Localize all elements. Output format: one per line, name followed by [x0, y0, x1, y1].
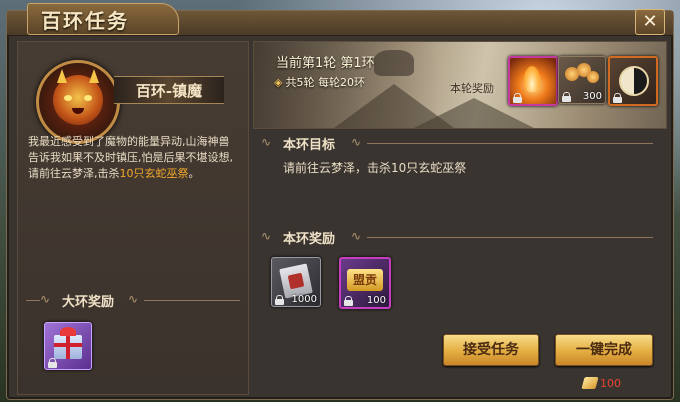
- diamond-bullet-icon: ◈: [274, 76, 283, 89]
- round-reward-label: 本轮奖励: [450, 82, 494, 95]
- accept-task-button[interactable]: 接受任务: [443, 334, 539, 366]
- story-text: 我最近感受到了魔物的能量异动,山海神兽告诉我如果不及时镇压,怕是后果不堪设想,请…: [28, 134, 238, 182]
- flame-icon: [524, 66, 540, 92]
- lock-icon: [613, 93, 622, 103]
- total-round-text: ◈ 共5轮 每轮20环: [274, 74, 365, 90]
- cost-value: 100: [600, 377, 621, 390]
- hundred-ring-task-window: 百环任务 ✕ 百环-镇魔 我最近感受到了魔物的能量异动,山海神兽告诉我如果不及时…: [6, 3, 674, 400]
- demon-mask-icon: [53, 69, 103, 125]
- big-reward-label: 大环奖励: [62, 295, 115, 310]
- left-panel: 百环-镇魔 我最近感受到了魔物的能量异动,山海神兽告诉我如果不及时镇压,怕是后果…: [17, 41, 249, 395]
- current-round-text: 当前第1轮 第1环: [276, 56, 375, 71]
- boss-portrait: [36, 60, 120, 144]
- ring-reward-header: ∿ 本环奖励 ∿: [259, 227, 659, 247]
- big-reward-header: ∿ 大环奖励 ∿: [26, 290, 240, 310]
- boss-name-plate: 百环-镇魔: [114, 76, 224, 104]
- round-banner: 当前第1轮 第1环 ◈ 共5轮 每轮20环 本轮奖励 300: [253, 41, 667, 129]
- big-reward-item[interactable]: [44, 322, 92, 370]
- boss-name: 百环-镇魔: [135, 82, 203, 100]
- round-reward-item-3[interactable]: [608, 56, 658, 106]
- lock-icon: [562, 92, 571, 102]
- goal-text: 请前往云梦泽，击杀10只玄蛇巫祭: [283, 161, 467, 175]
- one-click-complete-button[interactable]: 一键完成: [555, 334, 653, 366]
- item-count: 1000: [291, 294, 317, 305]
- story-text-after: 。: [188, 167, 200, 180]
- ring-reward-item-2[interactable]: 盟贡 100: [339, 257, 391, 309]
- close-button[interactable]: ✕: [635, 9, 665, 35]
- window-title: 百环任务: [41, 9, 129, 33]
- goal-label: 本环目标: [283, 138, 336, 153]
- ring-reward-item-1[interactable]: 1000: [271, 257, 321, 307]
- guild-token-icon: 盟贡: [347, 269, 383, 291]
- right-panel: 当前第1轮 第1环 ◈ 共5轮 每轮20环 本轮奖励 300 ∿ 本环目标 ∿ …: [253, 41, 667, 393]
- guild-token-text: 盟贡: [352, 273, 377, 287]
- ring-reward-label: 本环奖励: [283, 232, 336, 247]
- complete-cost: 100: [581, 377, 621, 393]
- item-count: 300: [582, 91, 602, 102]
- story-highlight: 10只玄蛇巫祭: [119, 167, 189, 180]
- goal-header: ∿ 本环目标 ∿: [259, 133, 659, 153]
- lock-icon: [513, 93, 522, 103]
- close-icon: ✕: [642, 11, 658, 32]
- bagua-icon: [619, 66, 649, 96]
- round-reward-item-2[interactable]: 300: [558, 56, 606, 104]
- round-reward-item-1[interactable]: [508, 56, 558, 106]
- total-round-value: 共5轮 每轮20环: [285, 76, 365, 89]
- ingot-icon: [581, 377, 599, 389]
- lock-icon: [48, 358, 57, 368]
- lock-icon: [344, 296, 353, 306]
- item-count: 100: [366, 295, 386, 306]
- gift-box-icon: [54, 327, 82, 359]
- lock-icon: [275, 295, 284, 305]
